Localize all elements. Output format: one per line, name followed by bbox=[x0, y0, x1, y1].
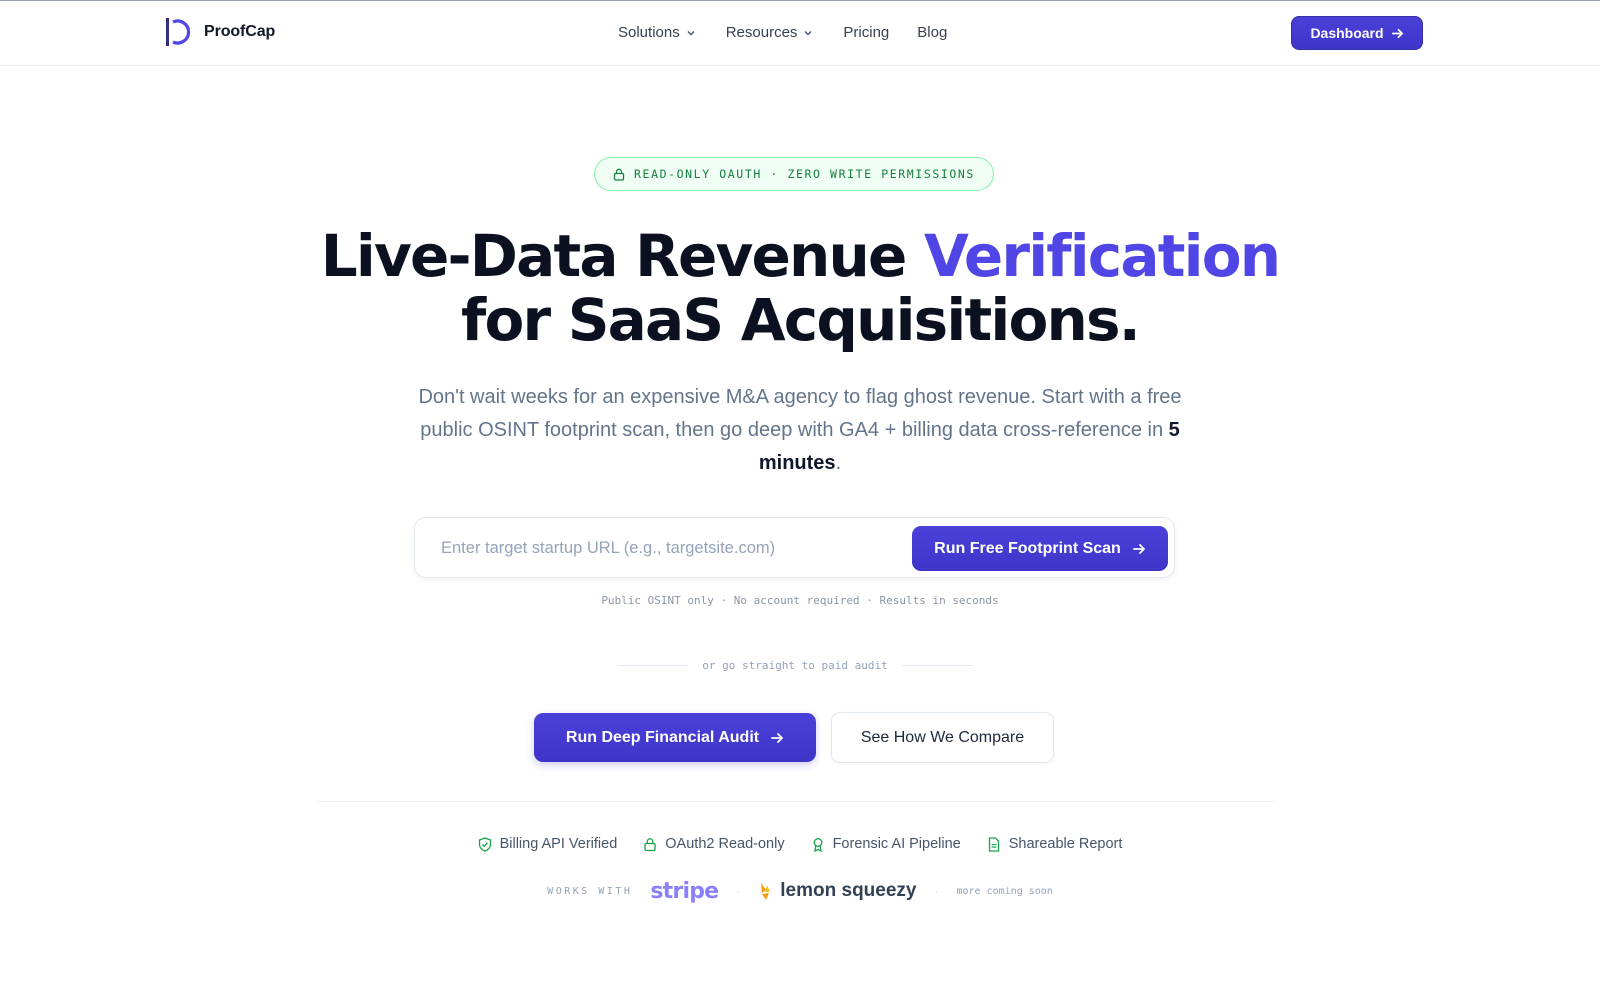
section-separator bbox=[314, 801, 1278, 802]
brand-logo[interactable]: ProofCap bbox=[166, 17, 275, 47]
proofcap-logo-icon bbox=[166, 18, 191, 46]
feature-label: Billing API Verified bbox=[499, 836, 618, 852]
run-free-scan-button[interactable]: Run Free Footprint Scan bbox=[912, 526, 1168, 571]
nav-resources[interactable]: Resources bbox=[726, 24, 814, 41]
run-free-scan-label: Run Free Footprint Scan bbox=[934, 539, 1121, 557]
separator-dot: · bbox=[736, 884, 741, 898]
divider-line bbox=[618, 664, 689, 666]
arrow-right-icon bbox=[771, 732, 783, 743]
feature-label: Forensic AI Pipeline bbox=[832, 836, 961, 852]
stripe-logo: stripe bbox=[650, 878, 719, 904]
page-title: Live-Data Revenue Verification for SaaS … bbox=[0, 224, 1600, 352]
main-menu: Solutions Resources Pricing Blog bbox=[618, 24, 947, 41]
feature-item-report: Shareable Report bbox=[987, 836, 1123, 852]
feature-label: Shareable Report bbox=[1008, 836, 1123, 852]
top-navigation: ProofCap Solutions Resources Pricing Blo… bbox=[0, 1, 1600, 66]
shield-check-icon bbox=[478, 836, 491, 852]
target-url-input[interactable] bbox=[441, 534, 881, 562]
separator-dot: · bbox=[934, 884, 939, 898]
nav-solutions-label: Solutions bbox=[618, 24, 680, 41]
headline-accent: Verification bbox=[923, 222, 1281, 290]
award-icon bbox=[813, 837, 823, 852]
feature-item-forensic: Forensic AI Pipeline bbox=[811, 836, 961, 852]
nav-resources-label: Resources bbox=[725, 24, 798, 41]
headline-part2: for SaaS Acquisitions. bbox=[461, 286, 1141, 354]
more-coming-soon: more coming soon bbox=[956, 885, 1053, 897]
lock-icon bbox=[613, 168, 625, 181]
lock-icon bbox=[644, 837, 656, 851]
brand-name: ProofCap bbox=[204, 23, 276, 40]
arrow-right-icon bbox=[1391, 28, 1403, 38]
headline-part1: Live-Data Revenue bbox=[320, 222, 924, 290]
divider-text: or go straight to paid audit bbox=[702, 658, 888, 672]
see-how-we-compare-button[interactable]: See How We Compare bbox=[831, 712, 1054, 763]
lemon-squeezy-logo: lemon squeezy bbox=[758, 880, 916, 902]
feature-item-oauth: OAuth2 Read-only bbox=[643, 836, 785, 852]
or-divider: or go straight to paid audit bbox=[618, 657, 972, 673]
hero-description: Don't wait weeks for an expensive M&A ag… bbox=[412, 381, 1188, 480]
nav-pricing[interactable]: Pricing bbox=[843, 24, 889, 41]
security-badge: READ-ONLY OAUTH · ZERO WRITE PERMISSIONS bbox=[594, 157, 994, 191]
security-badge-text: READ-ONLY OAUTH · ZERO WRITE PERMISSIONS bbox=[634, 167, 975, 181]
hero-description-text: Don't wait weeks for an expensive M&A ag… bbox=[418, 386, 1182, 441]
document-icon bbox=[988, 836, 999, 852]
divider-line bbox=[901, 664, 972, 666]
dashboard-button[interactable]: Dashboard bbox=[1291, 16, 1423, 50]
url-search-form: Run Free Footprint Scan bbox=[414, 517, 1175, 578]
arrow-right-icon bbox=[1132, 543, 1145, 554]
chevron-down-icon bbox=[687, 30, 695, 35]
run-deep-audit-button[interactable]: Run Deep Financial Audit bbox=[534, 713, 816, 762]
feature-item-billing: Billing API Verified bbox=[478, 836, 618, 852]
chevron-down-icon bbox=[804, 30, 812, 35]
lemon-squeezy-icon bbox=[761, 883, 771, 900]
nav-solutions[interactable]: Solutions bbox=[618, 24, 696, 41]
lemon-squeezy-text: lemon squeezy bbox=[780, 880, 917, 901]
nav-blog[interactable]: Blog bbox=[917, 24, 947, 41]
run-deep-audit-label: Run Deep Financial Audit bbox=[565, 728, 760, 746]
feature-label: OAuth2 Read-only bbox=[665, 836, 785, 852]
scan-note: Public OSINT only · No account required … bbox=[601, 594, 999, 607]
integrations-row: WORKS WITH stripe · lemon squeezy · more… bbox=[0, 876, 1600, 906]
hero-description-end: . bbox=[835, 452, 842, 474]
dashboard-button-label: Dashboard bbox=[1310, 25, 1384, 41]
feature-list: Billing API Verified OAuth2 Read-only Fo… bbox=[0, 836, 1600, 852]
works-with-label: WORKS WITH bbox=[547, 885, 633, 897]
